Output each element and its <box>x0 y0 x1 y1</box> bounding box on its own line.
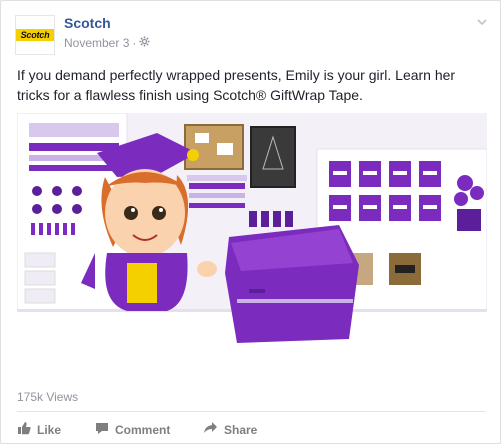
video-illustration <box>17 113 487 376</box>
comment-icon <box>95 421 109 438</box>
like-label: Like <box>37 422 62 437</box>
post-card: Scotch Scotch November 3 · If you demand… <box>0 0 501 444</box>
post-meta: November 3 · <box>64 36 150 50</box>
page-avatar[interactable]: Scotch <box>15 15 55 55</box>
logo-text: Scotch <box>20 30 50 40</box>
scotch-logo: Scotch <box>16 29 54 41</box>
thumbs-up-icon <box>17 421 31 438</box>
globe-icon <box>139 36 150 50</box>
page-name-link[interactable]: Scotch <box>64 15 111 31</box>
action-divider <box>17 411 486 412</box>
post-date[interactable]: November 3 <box>64 36 129 50</box>
post-text: If you demand perfectly wrapped presents… <box>17 67 456 103</box>
share-arrow-icon <box>203 421 218 438</box>
chevron-down-icon[interactable] <box>476 15 488 27</box>
share-label: Share <box>224 422 258 437</box>
video-thumbnail[interactable] <box>17 113 487 376</box>
view-count: 175k Views <box>17 390 79 404</box>
action-bar: Like Comment Share <box>17 415 317 443</box>
gift-box <box>225 225 359 343</box>
share-button[interactable]: Share <box>203 421 283 438</box>
meta-separator: · <box>132 36 137 50</box>
like-button[interactable]: Like <box>17 421 61 438</box>
comment-label: Comment <box>115 422 171 437</box>
comment-button[interactable]: Comment <box>95 421 195 438</box>
